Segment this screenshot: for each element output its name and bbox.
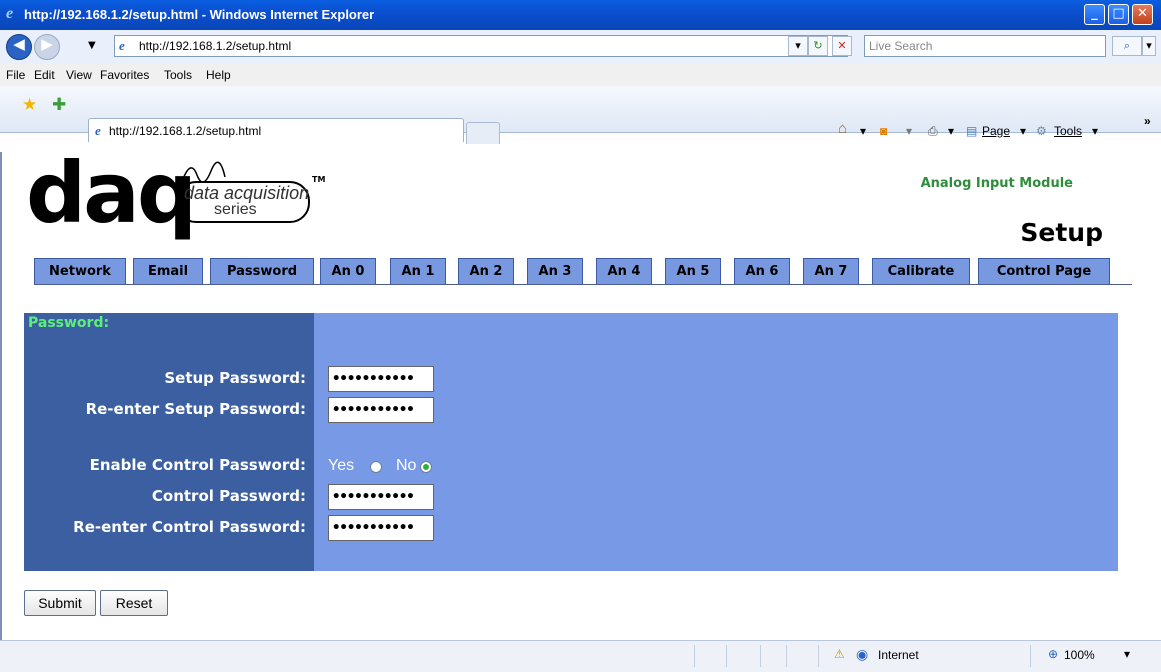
status-separator xyxy=(694,645,695,667)
protected-mode-icon[interactable]: ⚠ xyxy=(834,647,845,661)
print-icon[interactable]: ⎙ xyxy=(928,124,938,139)
status-bar: ⚠ ◉ Internet ⊕ 100% ▾ xyxy=(0,640,1161,672)
radio-yes-label: Yes xyxy=(328,457,355,474)
forward-button[interactable]: ▶ xyxy=(34,34,60,60)
tools-dropdown-icon[interactable]: ▾ xyxy=(1092,124,1098,138)
page-menu[interactable]: Page xyxy=(982,124,1010,138)
zoom-dropdown-icon[interactable]: ▾ xyxy=(1124,647,1130,661)
logo-series: series xyxy=(214,201,257,218)
security-zone-label[interactable]: Internet xyxy=(878,648,919,662)
menu-view[interactable]: View xyxy=(66,68,92,82)
nav-tab-calibrate[interactable]: Calibrate xyxy=(872,258,970,284)
nav-tab-control-page[interactable]: Control Page xyxy=(978,258,1110,284)
radio-yes[interactable] xyxy=(370,461,382,473)
refresh-icon[interactable]: ↻ xyxy=(808,36,828,56)
home-icon[interactable]: ⌂ xyxy=(838,120,847,137)
close-window-button[interactable]: ✕ xyxy=(1132,4,1153,25)
module-name: Analog Input Module xyxy=(920,176,1073,191)
reenter-control-password-field[interactable]: ••••••••••• xyxy=(328,515,434,541)
tab-page-icon: e xyxy=(95,123,101,138)
search-options-icon[interactable]: ▾ xyxy=(1142,36,1156,56)
back-button[interactable]: ◀ xyxy=(6,34,32,60)
radio-no[interactable] xyxy=(420,461,432,473)
status-separator xyxy=(1030,645,1031,667)
feeds-dropdown-icon[interactable]: ▾ xyxy=(906,124,912,138)
page-menu-dropdown-icon[interactable]: ▾ xyxy=(1020,124,1026,138)
address-dropdown-icon[interactable]: ▾ xyxy=(788,36,808,56)
page-icon: e xyxy=(119,38,125,53)
nav-tab-an6[interactable]: An 6 xyxy=(734,258,790,284)
tools-gear-icon[interactable]: ⚙ xyxy=(1036,124,1047,138)
status-separator xyxy=(760,645,761,667)
internet-explorer-icon: e xyxy=(6,5,14,22)
menu-tools[interactable]: Tools xyxy=(164,68,192,82)
status-separator xyxy=(818,645,819,667)
page-title: Setup xyxy=(1020,218,1103,247)
daq-logo: daq data acquisition series TM xyxy=(26,144,326,243)
search-icon[interactable]: ⌕ xyxy=(1112,36,1142,56)
minimize-button[interactable]: _ xyxy=(1084,4,1105,25)
nav-tab-an5[interactable]: An 5 xyxy=(665,258,721,284)
window-title: http://192.168.1.2/setup.html - Windows … xyxy=(24,7,375,22)
control-password-field[interactable]: ••••••••••• xyxy=(328,484,434,510)
feeds-icon[interactable]: ◙ xyxy=(880,124,887,138)
nav-tab-email[interactable]: Email xyxy=(133,258,203,284)
nav-underline xyxy=(34,284,1132,285)
enable-control-password-label: Enable Control Password: xyxy=(89,456,306,474)
window-title-bar[interactable]: e http://192.168.1.2/setup.html - Window… xyxy=(0,0,1161,30)
address-field[interactable]: e http://192.168.1.2/setup.html xyxy=(114,35,848,57)
status-separator xyxy=(786,645,787,667)
address-toolbar: ◀ ▶ ▼ e http://192.168.1.2/setup.html ▾ … xyxy=(0,30,1161,65)
password-form-panel: Password: Setup Password: ••••••••••• Re… xyxy=(24,313,1118,571)
nav-tab-an4[interactable]: An 4 xyxy=(596,258,652,284)
logo-main: daq xyxy=(26,144,197,242)
nav-tab-network[interactable]: Network xyxy=(34,258,126,284)
radio-no-label: No xyxy=(396,457,417,474)
logo-trademark: TM xyxy=(312,175,326,184)
nav-tab-an2[interactable]: An 2 xyxy=(458,258,514,284)
page-menu-icon[interactable]: ▤ xyxy=(966,124,977,138)
reenter-control-password-label: Re-enter Control Password: xyxy=(73,518,306,536)
nav-tab-password[interactable]: Password xyxy=(210,258,314,284)
zoom-level[interactable]: 100% xyxy=(1064,648,1095,662)
setup-password-label: Setup Password: xyxy=(164,369,306,387)
new-tab-button[interactable] xyxy=(466,122,500,144)
nav-tab-an1[interactable]: An 1 xyxy=(390,258,446,284)
tab-active[interactable]: e http://192.168.1.2/setup.html xyxy=(88,118,464,142)
setup-password-field[interactable]: ••••••••••• xyxy=(328,366,434,392)
nav-tab-an7[interactable]: An 7 xyxy=(803,258,859,284)
add-favorites-icon[interactable]: ✚ xyxy=(52,95,66,115)
section-title: Password: xyxy=(28,315,110,331)
submit-button[interactable]: Submit xyxy=(24,590,96,616)
maximize-button[interactable]: □ xyxy=(1108,4,1129,25)
print-dropdown-icon[interactable]: ▾ xyxy=(948,124,954,138)
history-dropdown-icon[interactable]: ▼ xyxy=(88,40,96,51)
tools-menu[interactable]: Tools xyxy=(1054,124,1082,138)
search-placeholder: Live Search xyxy=(869,39,933,53)
menu-help[interactable]: Help xyxy=(206,68,231,82)
control-password-label: Control Password: xyxy=(151,487,306,505)
stop-icon[interactable]: ✕ xyxy=(832,36,852,56)
more-commands-icon[interactable]: » xyxy=(1144,114,1151,128)
reenter-setup-password-field[interactable]: ••••••••••• xyxy=(328,397,434,423)
nav-tab-an0[interactable]: An 0 xyxy=(320,258,376,284)
menu-bar: File Edit View Favorites Tools Help xyxy=(0,64,1161,87)
zoom-icon: ⊕ xyxy=(1048,647,1059,661)
tab-label: http://192.168.1.2/setup.html xyxy=(109,124,262,138)
nav-tab-an3[interactable]: An 3 xyxy=(527,258,583,284)
reenter-setup-password-label: Re-enter Setup Password: xyxy=(85,400,306,418)
internet-zone-icon: ◉ xyxy=(856,646,869,662)
home-dropdown-icon[interactable]: ▾ xyxy=(860,124,866,138)
menu-edit[interactable]: Edit xyxy=(34,68,55,82)
menu-file[interactable]: File xyxy=(6,68,25,82)
favorites-star-icon[interactable]: ★ xyxy=(22,95,37,115)
address-url: http://192.168.1.2/setup.html xyxy=(139,39,292,53)
reset-button[interactable]: Reset xyxy=(100,590,168,616)
menu-favorites[interactable]: Favorites xyxy=(100,68,149,82)
search-input[interactable]: Live Search xyxy=(864,35,1106,57)
status-separator xyxy=(726,645,727,667)
